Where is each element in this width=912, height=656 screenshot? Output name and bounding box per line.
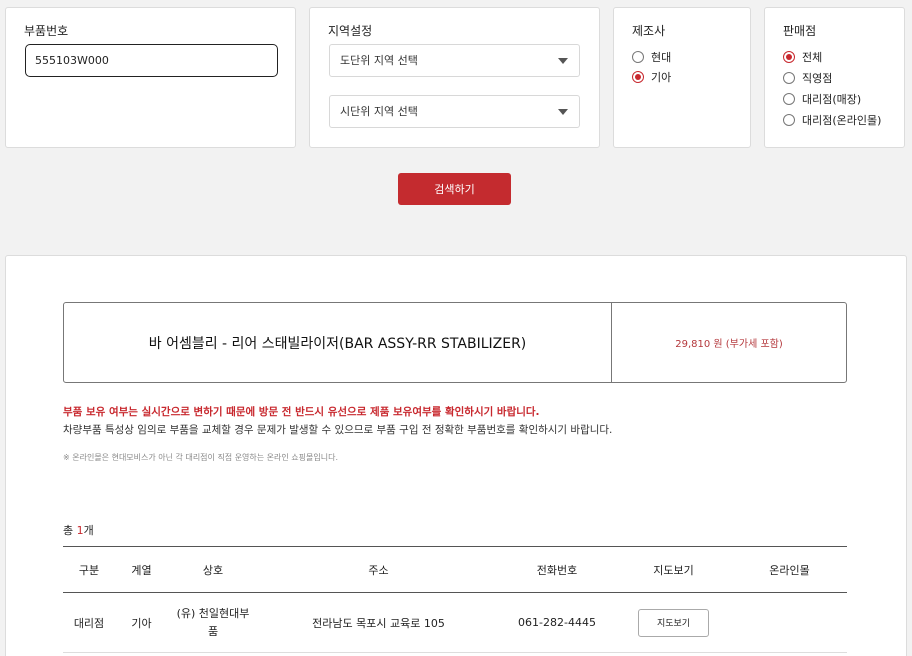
search-button[interactable]: 검색하기 — [398, 173, 511, 205]
province-select[interactable]: 도단위 지역 선택 — [329, 44, 580, 77]
store-option-label: 대리점(매장) — [802, 93, 862, 106]
radio-icon[interactable] — [783, 93, 795, 105]
cell-online — [732, 592, 847, 653]
store-option-direct[interactable]: 직영점 — [783, 70, 832, 86]
result-count-number: 1 — [76, 524, 84, 537]
result-panel: 바 어셈블리 - 리어 스태빌라이저(BAR ASSY-RR STABILIZE… — [5, 255, 907, 656]
chevron-down-icon — [558, 58, 568, 64]
header-address: 주소 — [368, 563, 389, 577]
maker-option-label: 현대 — [651, 51, 672, 64]
result-count-prefix: 총 — [63, 524, 77, 537]
region-card: 지역설정 도단위 지역 선택 시단위 지역 선택 — [309, 7, 600, 148]
store-label: 판매점 — [783, 24, 817, 38]
product-name: 바 어셈블리 - 리어 스태빌라이저(BAR ASSY-RR STABILIZE… — [64, 303, 612, 382]
product-info-box: 바 어셈블리 - 리어 스태빌라이저(BAR ASSY-RR STABILIZE… — [63, 302, 847, 383]
result-count: 총 1개 — [63, 522, 94, 538]
part-number-input[interactable] — [25, 44, 278, 77]
cell-name: (유) 천일현대부 품 — [168, 592, 258, 653]
header-name: 상호 — [202, 563, 224, 577]
region-label: 지역설정 — [328, 24, 373, 38]
cell-phone: 061-282-4445 — [499, 592, 615, 653]
maker-option-hyundai[interactable]: 현대 — [632, 49, 671, 65]
cell-type: 대리점 — [63, 592, 115, 653]
table-row: 대리점 기아 (유) 천일현대부 품 전라남도 목포시 교육로 105 061-… — [63, 592, 847, 653]
province-select-value: 도단위 지역 선택 — [340, 54, 418, 67]
radio-icon[interactable] — [783, 72, 795, 84]
radio-checked-icon[interactable] — [632, 71, 644, 83]
cell-brand: 기아 — [115, 592, 168, 653]
product-price: 29,810 원 (부가세 포함) — [675, 339, 783, 350]
store-option-dealer-shop[interactable]: 대리점(매장) — [783, 91, 861, 107]
cell-map: 지도보기 — [615, 592, 732, 653]
part-number-card: 부품번호 — [5, 7, 296, 148]
part-number-label: 부품번호 — [24, 24, 69, 38]
result-count-suffix: 개 — [83, 524, 94, 537]
store-option-all[interactable]: 전체 — [783, 49, 822, 65]
city-select-value: 시단위 지역 선택 — [340, 105, 418, 118]
notice-info: 차량부품 특성상 임의로 부품을 교체할 경우 문제가 발생할 수 있으므로 부… — [63, 424, 613, 436]
cell-address: 전라남도 목포시 교육로 105 — [258, 592, 499, 653]
store-option-label: 전체 — [802, 51, 823, 64]
header-online: 온라인몰 — [769, 563, 810, 577]
header-phone: 전화번호 — [536, 563, 578, 577]
result-table: 구분 계열 상호 주소 전화번호 지도보기 온라인몰 대리점 기아 (유) 천일… — [63, 546, 847, 653]
maker-label: 제조사 — [632, 24, 666, 38]
store-option-dealer-online[interactable]: 대리점(온라인몰) — [783, 112, 881, 128]
cell-name-line2: 품 — [207, 624, 219, 638]
radio-icon[interactable] — [632, 51, 644, 63]
notice-footnote: ※ 온라인몰은 현대모비스가 아닌 각 대리점이 직접 운영하는 온라인 쇼핑몰… — [63, 453, 339, 462]
store-option-label: 직영점 — [802, 72, 833, 85]
table-header-row: 구분 계열 상호 주소 전화번호 지도보기 온라인몰 — [63, 546, 847, 593]
header-brand: 계열 — [131, 563, 152, 577]
maker-option-kia[interactable]: 기아 — [632, 69, 671, 85]
city-select[interactable]: 시단위 지역 선택 — [329, 95, 580, 128]
maker-card: 제조사 현대 기아 — [613, 7, 751, 148]
header-map: 지도보기 — [653, 563, 694, 577]
notice-warning: 부품 보유 여부는 실시간으로 변하기 때문에 방문 전 반드시 유선으로 제품… — [63, 406, 540, 418]
maker-option-label: 기아 — [651, 71, 672, 84]
cell-name-line1: (유) 천일현대부 — [176, 606, 250, 620]
chevron-down-icon — [558, 109, 568, 115]
header-type: 구분 — [78, 563, 100, 577]
radio-icon[interactable] — [783, 114, 795, 126]
store-card: 판매점 전체 직영점 대리점(매장) 대리점(온라인몰) — [764, 7, 905, 148]
map-view-button[interactable]: 지도보기 — [638, 608, 709, 637]
store-option-label: 대리점(온라인몰) — [802, 114, 882, 127]
radio-checked-icon[interactable] — [783, 51, 795, 63]
